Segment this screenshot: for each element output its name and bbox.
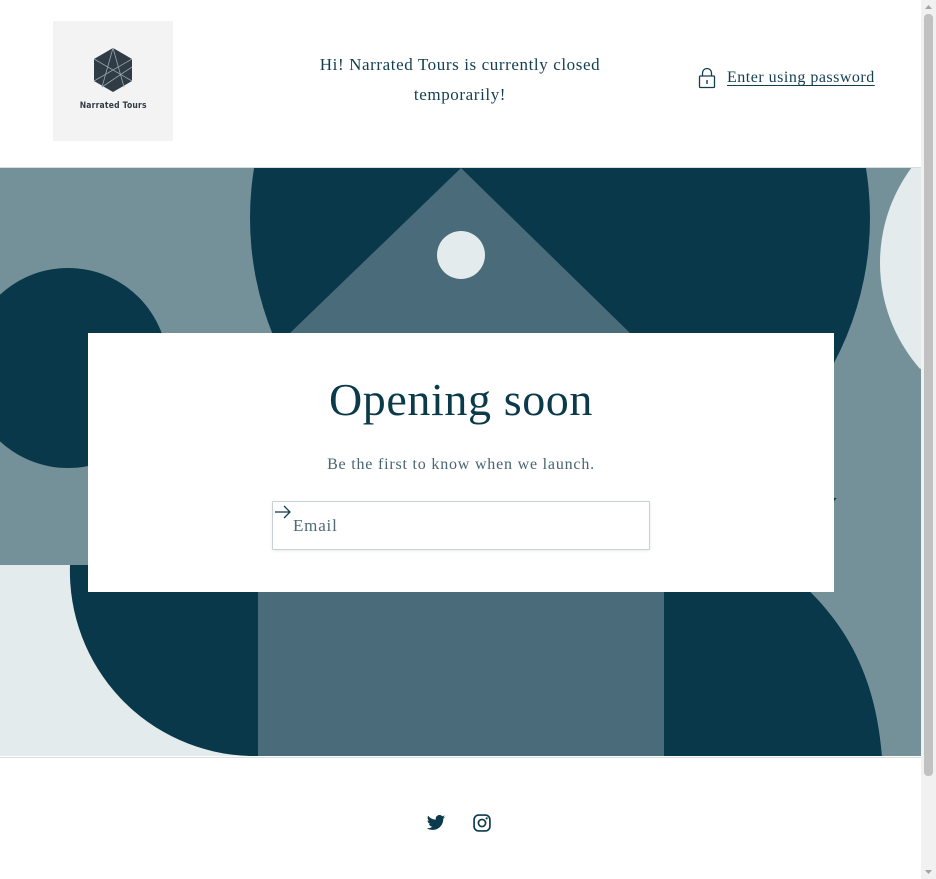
header: Narrated Tours Hi! Narrated Tours is cur… xyxy=(0,0,921,168)
hero-banner: Opening soon Be the first to know when w… xyxy=(0,168,921,756)
subtitle-text: Be the first to know when we launch. xyxy=(327,456,595,473)
footer xyxy=(0,757,921,879)
hexagon-logo-icon xyxy=(93,47,133,92)
instagram-icon[interactable] xyxy=(472,813,492,833)
arrow-right-icon[interactable] xyxy=(273,502,293,522)
logo[interactable]: Narrated Tours xyxy=(53,21,173,141)
twitter-icon[interactable] xyxy=(426,813,446,833)
announcement-text: Hi! Narrated Tours is currently closed t… xyxy=(319,55,601,104)
logo-text: Narrated Tours xyxy=(79,101,147,111)
lock-icon xyxy=(698,67,716,89)
scroll-up-arrow-icon[interactable] xyxy=(921,0,936,14)
page-title: Opening soon xyxy=(328,374,594,425)
enter-password-link[interactable]: Enter using password xyxy=(698,67,875,89)
social-links xyxy=(426,813,492,833)
scrollbar-thumb[interactable] xyxy=(924,14,933,776)
scroll-down-arrow-icon[interactable] xyxy=(921,865,936,879)
email-field-container xyxy=(272,501,650,550)
newsletter-card: Opening soon Be the first to know when w… xyxy=(88,333,834,592)
enter-password-label[interactable]: Enter using password xyxy=(727,69,875,87)
password-page: Narrated Tours Hi! Narrated Tours is cur… xyxy=(0,0,921,879)
vertical-scrollbar[interactable] xyxy=(921,0,936,879)
email-input[interactable] xyxy=(293,502,593,549)
